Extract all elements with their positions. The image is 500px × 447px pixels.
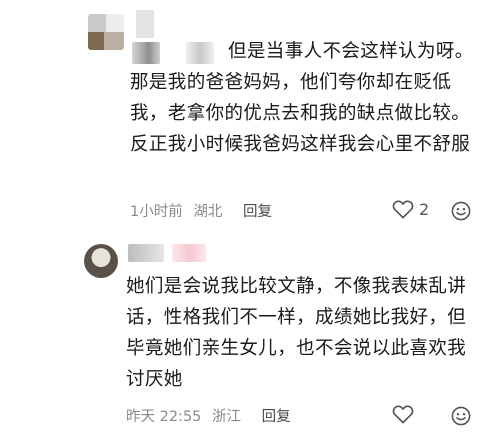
username-blurred[interactable] — [128, 244, 164, 262]
comment-location: 湖北 — [193, 204, 223, 220]
heart-outline-icon — [392, 405, 414, 424]
comment-time: 1小时前 — [130, 204, 183, 220]
like-button[interactable]: 2 — [392, 199, 429, 219]
username-blurred[interactable] — [172, 244, 206, 262]
avatar[interactable] — [88, 14, 124, 50]
smiley-icon — [451, 406, 471, 426]
comment-location: 浙江 — [212, 409, 242, 425]
reply-button[interactable]: 回复 — [243, 204, 272, 220]
comment-meta: 昨天 22:55 浙江 回复 — [126, 405, 297, 426]
like-button[interactable] — [392, 404, 419, 424]
comment-item: 但是当事人不会这样认为呀。那是我的爸爸妈妈，他们夸你却在贬低我，老拿你的优点去和… — [0, 0, 500, 232]
comment-text: 她们是会说我比较文静，不像我表妹乱讲话，性格我们不一样，成绩她比我好，但毕竟她们… — [126, 276, 467, 390]
avatar[interactable] — [84, 244, 118, 278]
comment-text: 但是当事人不会这样认为呀。那是我的爸爸妈妈，他们夸你却在贬低我，老拿你的优点去和… — [130, 41, 474, 155]
heart-outline-icon — [392, 200, 414, 219]
reply-button[interactable]: 回复 — [262, 409, 291, 425]
avatar-blur — [136, 10, 154, 38]
comment-item: 她们是会说我比较文静，不像我表妹乱讲话，性格我们不一样，成绩她比我好，但毕竟她们… — [0, 232, 500, 447]
emoji-reaction-button[interactable] — [451, 406, 471, 426]
smiley-icon — [451, 201, 471, 221]
comment-meta: 1小时前 湖北 回复 — [130, 200, 278, 221]
emoji-reaction-button[interactable] — [451, 201, 471, 221]
comment-time: 昨天 22:55 — [126, 409, 202, 425]
like-count: 2 — [419, 199, 430, 219]
